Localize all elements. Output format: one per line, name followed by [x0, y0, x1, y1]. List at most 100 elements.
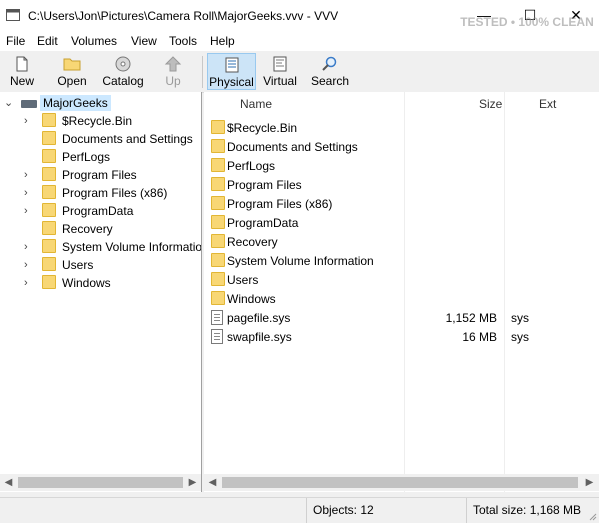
open-button[interactable]: Open [52, 53, 92, 90]
menu-volumes[interactable]: Volumes [71, 34, 117, 48]
column-header-name[interactable]: Name [240, 92, 272, 116]
list-item[interactable]: Program Files [204, 175, 599, 194]
tree-root[interactable]: ⌄ MajorGeeks [0, 94, 200, 112]
item-size: 16 MB [462, 330, 497, 344]
scroll-right-arrow-icon[interactable]: ▶ [581, 474, 598, 491]
tree-item-label: Documents and Settings [62, 132, 193, 146]
folder-icon [211, 139, 225, 153]
folder-icon [42, 275, 56, 289]
item-name: swapfile.sys [227, 330, 292, 344]
expand-chevron-icon[interactable]: › [24, 205, 36, 217]
folder-icon [211, 253, 225, 267]
menu-file[interactable]: File [6, 34, 25, 48]
scroll-right-arrow-icon[interactable]: ▶ [184, 474, 201, 491]
list-item[interactable]: ProgramData [204, 213, 599, 232]
list-item[interactable]: System Volume Information [204, 251, 599, 270]
list-item[interactable]: pagefile.sys 1,152 MB sys [204, 308, 599, 327]
tree-item[interactable]: Documents and Settings [0, 130, 201, 148]
expand-chevron-icon[interactable]: › [24, 115, 36, 127]
maximize-button[interactable]: ☐ [507, 0, 553, 31]
menu-view[interactable]: View [131, 34, 157, 48]
tree-item-label: $Recycle.Bin [62, 114, 133, 128]
up-button[interactable]: Up [158, 53, 188, 90]
new-button[interactable]: New [4, 53, 40, 90]
physical-view-icon [225, 57, 238, 73]
up-arrow-icon [164, 56, 182, 72]
list-item[interactable]: PerfLogs [204, 156, 599, 175]
title-bar[interactable]: C:\Users\Jon\Pictures\Camera Roll\MajorG… [0, 0, 599, 31]
scroll-left-arrow-icon[interactable]: ◀ [0, 474, 17, 491]
tree-item[interactable]: › Program Files (x86) [0, 184, 201, 202]
catalog-button[interactable]: Catalog [99, 53, 147, 90]
search-button[interactable]: Search [310, 53, 350, 90]
folder-icon [211, 272, 225, 286]
item-name: pagefile.sys [227, 311, 291, 325]
list-horizontal-scrollbar[interactable]: ◀ ▶ [204, 474, 599, 491]
scroll-left-arrow-icon[interactable]: ◀ [204, 474, 221, 491]
item-name: ProgramData [227, 216, 299, 230]
tree-item[interactable]: › Program Files [0, 166, 201, 184]
virtual-button[interactable]: Virtual [260, 53, 300, 90]
item-name: Program Files [227, 178, 302, 192]
menu-edit[interactable]: Edit [37, 34, 58, 48]
folder-icon [42, 131, 56, 145]
expand-chevron-icon[interactable]: › [24, 259, 36, 271]
menu-help[interactable]: Help [210, 34, 235, 48]
list-item[interactable]: Program Files (x86) [204, 194, 599, 213]
scroll-thumb[interactable] [222, 477, 578, 488]
virtual-label: Virtual [263, 74, 297, 88]
column-header-size[interactable]: Size [479, 92, 502, 116]
file-list[interactable]: Name Size Ext $Recycle.Bin Documents and … [204, 92, 599, 492]
expand-chevron-icon[interactable]: › [24, 187, 36, 199]
tree-item[interactable]: › Users [0, 256, 201, 274]
item-name: Recovery [227, 235, 278, 249]
physical-button[interactable]: Physical [207, 53, 256, 90]
expand-chevron-icon[interactable]: › [24, 241, 36, 253]
item-name: PerfLogs [227, 159, 276, 173]
collapse-chevron-icon[interactable]: ⌄ [4, 97, 16, 109]
tree-item[interactable]: › $Recycle.Bin [0, 112, 201, 130]
catalog-label: Catalog [102, 74, 144, 88]
toolbar: New Open Catalog Up Physical Virtual Sea… [0, 51, 599, 93]
folder-icon [211, 158, 225, 172]
tree-item-label: Users [62, 258, 94, 272]
close-button[interactable]: ✕ [553, 0, 599, 31]
item-ext: sys [511, 311, 529, 325]
status-bar: Objects: 12 Total size: 1,168 MB [0, 497, 599, 523]
list-item[interactable]: Users [204, 270, 599, 289]
expand-chevron-icon[interactable]: › [24, 277, 36, 289]
tree-item[interactable]: › System Volume Information [0, 238, 201, 256]
drive-icon [21, 100, 37, 108]
minimize-button[interactable]: — [461, 0, 507, 31]
list-item[interactable]: Recovery [204, 232, 599, 251]
tree-item[interactable]: PerfLogs [0, 148, 201, 166]
expand-chevron-icon[interactable]: › [24, 169, 36, 181]
item-name: Program Files (x86) [227, 197, 333, 211]
item-ext: sys [511, 330, 529, 344]
tree-horizontal-scrollbar[interactable]: ◀ ▶ [0, 474, 201, 491]
resize-grip-icon[interactable] [587, 511, 597, 521]
folder-icon [211, 196, 225, 210]
folder-icon [211, 177, 225, 191]
list-item[interactable]: Documents and Settings [204, 137, 599, 156]
folder-icon [211, 215, 225, 229]
new-label: New [9, 74, 34, 88]
menu-tools[interactable]: Tools [169, 34, 197, 48]
tree-root-label: MajorGeeks [40, 95, 111, 111]
menu-bar: File Edit Volumes View Tools Help [0, 31, 599, 51]
tree-item-label: ProgramData [62, 204, 134, 218]
folder-icon [211, 120, 225, 134]
tree-item[interactable]: › ProgramData [0, 202, 201, 220]
scroll-thumb[interactable] [18, 477, 183, 488]
list-item[interactable]: swapfile.sys 16 MB sys [204, 327, 599, 346]
status-total-size: Total size: 1,168 MB [466, 498, 599, 523]
folder-tree[interactable]: ⌄ MajorGeeks › $Recycle.Bin Documents and … [0, 92, 202, 492]
open-label: Open [57, 74, 87, 88]
tree-item[interactable]: › Windows [0, 274, 201, 292]
column-header-ext[interactable]: Ext [539, 92, 556, 116]
list-item[interactable]: Windows [204, 289, 599, 308]
list-item[interactable]: $Recycle.Bin [204, 118, 599, 137]
item-name: Windows [227, 292, 276, 306]
window-title: C:\Users\Jon\Pictures\Camera Roll\MajorG… [28, 9, 339, 23]
tree-item[interactable]: Recovery [0, 220, 201, 238]
